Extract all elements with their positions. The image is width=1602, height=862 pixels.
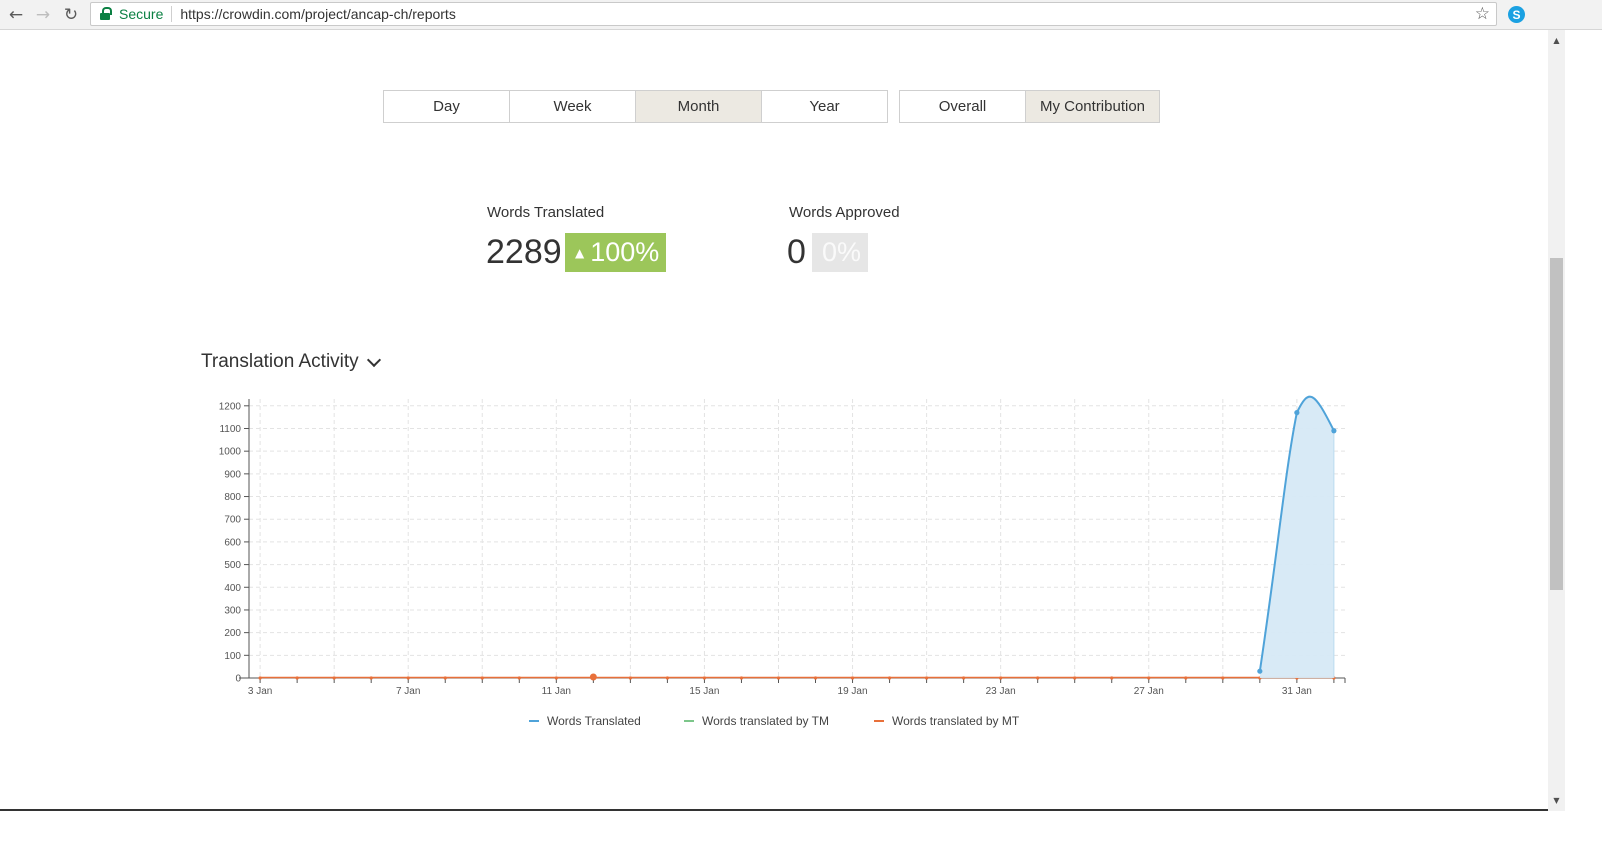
legend-label: Words translated by TM — [702, 714, 829, 728]
y-tick-label: 400 — [224, 583, 241, 594]
translated-area — [1259, 396, 1334, 678]
x-tick-label: 3 Jan — [248, 686, 272, 697]
page-bottom-area — [0, 811, 1602, 862]
back-arrow-icon[interactable]: ← — [5, 4, 27, 26]
y-tick-label: 900 — [224, 469, 241, 480]
mt-zero-point — [554, 676, 558, 680]
tab-day[interactable]: Day — [383, 90, 510, 123]
mt-zero-point — [480, 676, 484, 680]
secure-label: Secure — [119, 6, 164, 22]
legend-swatch-translated — [529, 720, 539, 722]
tab-week[interactable]: Week — [509, 90, 636, 123]
tab-my-contribution[interactable]: My Contribution — [1025, 90, 1160, 123]
mt-zero-point — [369, 676, 373, 680]
mt-zero-point — [628, 676, 632, 680]
words-translated-change: 100% — [590, 237, 660, 267]
mt-zero-point — [258, 676, 262, 680]
browser-toolbar: ← → ↻ Secure https://crowdin.com/project… — [0, 0, 1602, 30]
period-toggle-group: Day Week Month Year — [383, 90, 888, 123]
y-tick-label: 1200 — [219, 401, 242, 412]
x-tick-label: 15 Jan — [689, 686, 719, 697]
address-bar[interactable]: Secure https://crowdin.com/project/ancap… — [90, 2, 1497, 26]
mt-zero-point — [1221, 676, 1225, 680]
y-tick-label: 300 — [224, 605, 241, 616]
mt-zero-point — [406, 676, 410, 680]
x-tick-label: 11 Jan — [542, 686, 571, 697]
mt-zero-point — [813, 676, 818, 680]
translated-point — [1331, 428, 1337, 434]
y-tick-label: 600 — [224, 537, 241, 548]
mt-zero-point — [1110, 676, 1114, 680]
mt-zero-point — [739, 676, 744, 680]
y-tick-label: 500 — [224, 560, 241, 571]
x-tick-label: 31 Jan — [1282, 686, 1312, 697]
x-tick-label: 19 Jan — [838, 686, 868, 697]
tab-overall[interactable]: Overall — [899, 90, 1026, 123]
mt-zero-point — [1184, 676, 1188, 680]
legend-item-words-mt[interactable]: Words translated by MT — [874, 714, 1019, 728]
x-tick-label: 27 Jan — [1134, 686, 1164, 697]
forward-arrow-icon[interactable]: → — [32, 4, 54, 26]
y-tick-label: 200 — [224, 628, 241, 639]
legend-item-words-tm[interactable]: Words translated by TM — [684, 714, 829, 728]
x-tick-label: 7 Jan — [396, 686, 420, 697]
words-approved-value: 0 — [787, 233, 806, 271]
translated-point — [1257, 668, 1263, 674]
mt-zero-point — [999, 676, 1003, 680]
x-tick-label: 23 Jan — [986, 686, 1016, 697]
mt-zero-point — [702, 676, 707, 680]
mt-zero-point — [962, 676, 966, 680]
mt-zero-point — [295, 676, 299, 680]
reload-icon[interactable]: ↻ — [60, 4, 82, 26]
words-approved-change: 0% — [822, 237, 862, 267]
legend-label: Words Translated — [547, 714, 641, 728]
scrollbar-thumb[interactable] — [1550, 258, 1563, 590]
y-tick-label: 700 — [224, 515, 241, 526]
mt-zero-point — [517, 676, 521, 680]
words-approved-change-badge: 0% — [812, 233, 868, 272]
mt-zero-point — [332, 676, 336, 680]
chevron-down-icon — [366, 352, 381, 367]
legend-swatch-tm — [684, 720, 694, 722]
y-tick-label: 1000 — [219, 447, 242, 458]
words-translated-label: Words Translated — [487, 204, 605, 221]
scroll-down-arrow-icon[interactable]: ▼ — [1548, 796, 1565, 805]
legend-swatch-mt — [874, 720, 884, 722]
skype-extension-icon[interactable]: S — [1508, 6, 1525, 23]
scroll-up-arrow-icon[interactable]: ▲ — [1548, 36, 1565, 45]
mt-zero-point — [887, 676, 892, 680]
mt-zero-point — [924, 676, 929, 680]
bookmark-star-icon[interactable]: ☆ — [1475, 4, 1490, 24]
translated-point — [1294, 410, 1300, 416]
trend-up-icon: ▲ — [575, 245, 585, 260]
legend-label: Words translated by MT — [892, 714, 1020, 728]
y-tick-label: 1100 — [219, 424, 241, 435]
mt-zero-point — [665, 676, 670, 680]
words-approved-label: Words Approved — [789, 204, 900, 221]
y-tick-label: 800 — [224, 492, 241, 503]
tab-month[interactable]: Month — [635, 90, 762, 123]
translation-activity-chart: 0 100 200 300 400 500 600 700 800 900 1000 1100 1200… — [219, 395, 1346, 697]
mt-zero-point — [1036, 676, 1040, 680]
tab-year[interactable]: Year — [761, 90, 888, 123]
words-translated-change-badge: ▲ 100% — [565, 233, 666, 272]
address-separator — [171, 6, 173, 22]
translation-activity-dropdown[interactable]: Translation Activity — [201, 351, 381, 373]
mt-zero-point — [443, 676, 447, 680]
mt-zero-point — [776, 676, 781, 680]
mt-zero-point — [850, 676, 855, 680]
mt-point — [589, 673, 597, 681]
section-title: Translation Activity — [201, 351, 359, 372]
lock-icon — [99, 7, 113, 21]
y-tick-label: 0 — [235, 674, 241, 685]
url-text[interactable]: https://crowdin.com/project/ancap-ch/rep… — [180, 6, 455, 22]
words-translated-value: 2289 — [486, 233, 562, 271]
mt-zero-point — [1073, 676, 1077, 680]
legend-item-words-translated[interactable]: Words Translated — [529, 714, 641, 728]
mt-zero-point — [1147, 676, 1151, 680]
scope-toggle-group: Overall My Contribution — [899, 90, 1160, 123]
y-tick-label: 100 — [224, 651, 241, 662]
